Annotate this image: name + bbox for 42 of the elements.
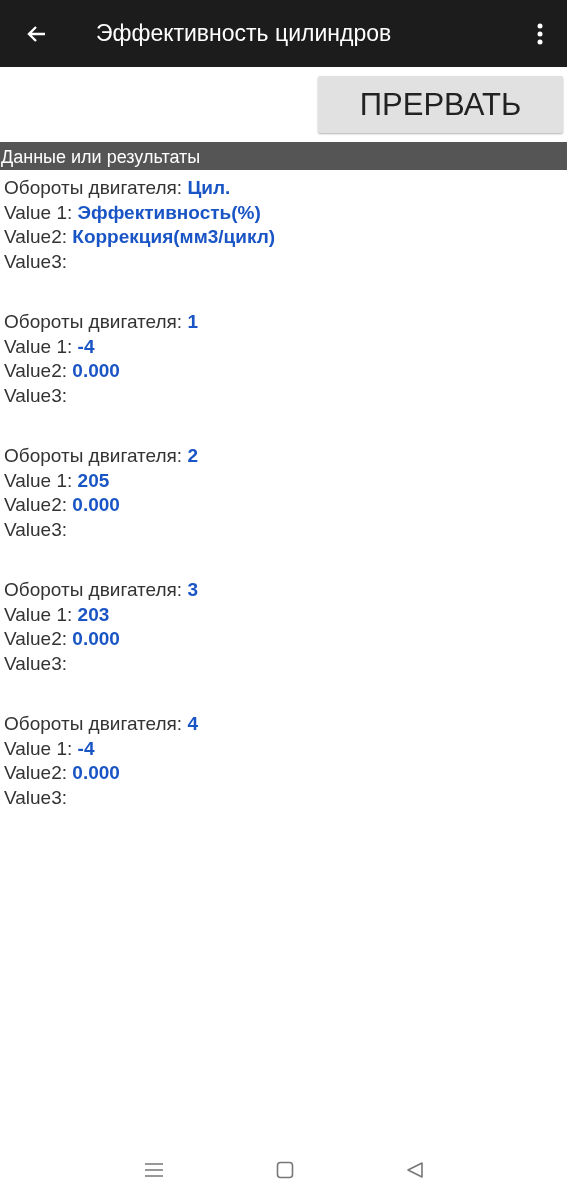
more-options-icon[interactable] — [537, 22, 543, 45]
field-label: Обороты двигателя: — [4, 445, 183, 466]
field-label: Value2: — [4, 628, 68, 649]
menu-icon[interactable] — [143, 1162, 164, 1178]
home-icon[interactable] — [275, 1161, 294, 1179]
field-value: 4 — [187, 713, 198, 734]
field-label: Value 1: — [4, 201, 73, 223]
field-value: 2 — [187, 445, 198, 466]
field-label: Value 1: — [4, 335, 73, 357]
field-label: Value 1: — [4, 603, 73, 625]
field-label: Value2: — [4, 494, 68, 515]
field-value: 0.000 — [72, 360, 120, 381]
field-label: Обороты двигателя: — [4, 579, 183, 600]
field-label: Value2: — [4, 762, 68, 783]
field-value: 0.000 — [72, 628, 120, 649]
field-value: 0.000 — [72, 494, 120, 515]
back-icon[interactable] — [405, 1161, 424, 1179]
field-label: Value3: — [4, 652, 68, 674]
field-value: 0.000 — [72, 762, 120, 783]
field-value: 205 — [77, 469, 110, 491]
screen-title: Эффективность цилиндров — [96, 20, 393, 47]
field-label: Value2: — [4, 360, 68, 381]
field-label: Обороты двигателя: — [4, 177, 183, 198]
field-value: Коррекция(мм3/цикл) — [72, 226, 276, 247]
field-value: -4 — [77, 737, 95, 759]
field-value: -4 — [77, 335, 95, 357]
field-label: Обороты двигателя: — [4, 713, 183, 734]
abort-button[interactable]: ПРЕРВАТЬ — [318, 76, 563, 133]
field-value: 3 — [187, 579, 198, 600]
field-value: Цил. — [187, 177, 231, 198]
field-label: Value 1: — [4, 737, 73, 759]
field-label: Value3: — [4, 384, 68, 406]
field-label: Value2: — [4, 226, 68, 247]
field-value: 203 — [77, 603, 110, 625]
section-header: Данные или результаты — [0, 142, 567, 170]
field-label: Value3: — [4, 786, 68, 808]
field-label: Value3: — [4, 250, 68, 272]
field-label: Value 1: — [4, 469, 73, 491]
field-value: Эффективность(%) — [77, 201, 261, 223]
field-value: 1 — [187, 311, 198, 332]
field-label: Обороты двигателя: — [4, 311, 183, 332]
field-label: Value3: — [4, 518, 68, 540]
